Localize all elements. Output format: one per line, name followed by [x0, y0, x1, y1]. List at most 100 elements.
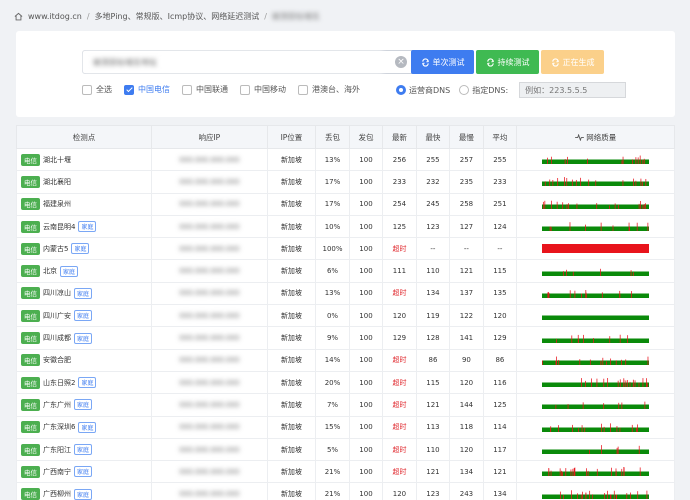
cell-sent: 100 [348, 482, 384, 500]
close-circle-icon[interactable]: × [395, 56, 407, 68]
cell-fast: 128 [415, 326, 451, 350]
loss-spike [569, 222, 571, 232]
table-row[interactable]: 电信 广东阳江 家庭 000.000.000.000 新加坡 5% 100 超时 110 120 1… [16, 437, 675, 462]
cell-geo: 新加坡 [266, 348, 317, 372]
table-row[interactable]: 电信 广东广州 家庭 000.000.000.000 新加坡 7% 100 超时 121 144 1… [16, 393, 675, 417]
cell-quality [516, 259, 675, 283]
cell-slow: 122 [449, 304, 484, 328]
cell-slow: 118 [449, 415, 484, 439]
cell-sent: 100 [348, 170, 384, 194]
table-row[interactable]: 电信 广西柳州 家庭 000.000.000.000 新加坡 21% 100 120 123 24… [16, 482, 675, 500]
table-row[interactable]: 电信 安徽合肥 000.000.000.000 新加坡 14% 100 超时 86 90 86 [16, 348, 675, 372]
checkbox[interactable] [298, 84, 308, 95]
filter-telecom[interactable]: 中国电信 [124, 84, 170, 95]
cell-loss: 10% [315, 214, 350, 239]
cell-quality [516, 348, 675, 372]
filter-overseas[interactable]: 港澳台、海外 [298, 84, 360, 95]
radio[interactable] [459, 85, 470, 95]
loss-spike [610, 494, 612, 499]
col-fast[interactable]: 最快 [415, 125, 451, 149]
loss-spike [609, 335, 611, 343]
cell-geo: 新加坡 [266, 147, 317, 172]
pulse-icon [575, 133, 584, 142]
col-slow[interactable]: 最慢 [449, 125, 484, 149]
quality-bar [542, 244, 650, 254]
loss-spike [607, 490, 608, 499]
quality-base [542, 494, 650, 499]
checkbox[interactable] [240, 84, 250, 95]
target-input[interactable] [83, 51, 383, 73]
cell-fast: 121 [415, 460, 451, 484]
loss-spike [625, 359, 627, 365]
col-location[interactable]: 检测点 [16, 125, 153, 149]
loss-spike [617, 380, 619, 388]
filter-unicom[interactable]: 中国联通 [182, 84, 228, 95]
isp-badge: 电信 [21, 443, 40, 456]
cell-geo: 新加坡 [266, 437, 317, 462]
cell-ip: 000.000.000.000 [151, 170, 268, 194]
quality-bar [542, 378, 650, 388]
table-row[interactable]: 电信 广东深圳6 家庭 000.000.000.000 新加坡 15% 100 超时 113 11… [16, 415, 675, 439]
checkbox[interactable] [82, 84, 92, 95]
filter-label: 港澳台、海外 [312, 85, 360, 94]
filter-all[interactable]: 全选 [82, 84, 112, 95]
carrier-filters: 全选 中国电信 中国联通 中国移动 港澳台、海外 [82, 84, 372, 95]
table-row[interactable]: 电信 四川凉山 家庭 000.000.000.000 新加坡 13% 100 超时 134 137… [16, 281, 675, 306]
table-row[interactable]: 电信 四川成都 家庭 000.000.000.000 新加坡 9% 100 129 128 141… [16, 326, 675, 350]
dns-custom-option[interactable]: 指定DNS: [459, 85, 508, 96]
single-test-button[interactable]: 单次测试 [411, 50, 474, 74]
loss-spike [642, 159, 644, 165]
loss-spike [637, 490, 639, 499]
checkbox[interactable] [182, 84, 192, 95]
table-row[interactable]: 电信 北京 家庭 000.000.000.000 新加坡 6% 100 111 110 121 11… [16, 259, 675, 283]
loss-spike [563, 494, 564, 499]
loss-spike [633, 271, 634, 276]
loss-spike [547, 157, 548, 165]
col-ip[interactable]: 响应IP [151, 125, 268, 149]
quality-base [542, 404, 650, 410]
generating-button[interactable]: 正在生成 [541, 50, 604, 74]
cell-slow: 121 [449, 259, 484, 283]
table-row[interactable]: 电信 广西南宁 家庭 000.000.000.000 新加坡 21% 100 超时 121 134… [16, 460, 675, 484]
loss-spike [638, 445, 640, 454]
cell-fast: 123 [415, 482, 451, 500]
radio[interactable] [396, 85, 406, 95]
loss-spike [617, 446, 619, 454]
dns-isp-option[interactable]: 运营商DNS [396, 85, 450, 96]
cell-loss: 13% [315, 281, 350, 306]
quality-bar [542, 489, 650, 499]
col-quality[interactable]: 网络质量 [516, 125, 675, 149]
col-sent[interactable]: 发包 [348, 125, 384, 149]
col-avg[interactable]: 平均 [482, 125, 518, 149]
quality-bar [542, 155, 650, 165]
cell-loss: 17% [315, 170, 350, 194]
loss-spike [543, 201, 544, 209]
col-latest[interactable]: 最新 [382, 125, 417, 149]
filter-mobile[interactable]: 中国移动 [240, 84, 286, 95]
ip-text: 000.000.000.000 [179, 378, 240, 387]
col-geo[interactable]: IP位置 [266, 125, 317, 149]
dns-input[interactable] [519, 82, 627, 98]
table-row[interactable]: 电信 湖北十堰 000.000.000.000 新加坡 13% 100 256 255 257 2… [16, 147, 675, 172]
loss-spike [621, 402, 623, 410]
col-loss[interactable]: 丢包 [315, 125, 350, 149]
city-name: 广西柳州 [43, 490, 71, 499]
home-icon[interactable] [14, 12, 23, 21]
table-row[interactable]: 电信 山东日照2 家庭 000.000.000.000 新加坡 20% 100 超时 115 12… [16, 370, 675, 395]
table-row[interactable]: 电信 福建泉州 000.000.000.000 新加坡 17% 100 254 245 258 2… [16, 192, 675, 216]
table-row[interactable]: 电信 四川广安 家庭 000.000.000.000 新加坡 0% 100 120 119 122… [16, 304, 675, 328]
breadcrumb-page[interactable]: 多地Ping、常规版、Icmp协议、网络延迟测试 [95, 11, 260, 22]
loss-spike [627, 380, 628, 388]
table-row[interactable]: 电信 湖北襄阳 000.000.000.000 新加坡 17% 100 233 232 235 2… [16, 170, 675, 194]
table-row[interactable]: 电信 云南昆明4 家庭 000.000.000.000 新加坡 10% 100 125 123 1… [16, 214, 675, 239]
table-row[interactable]: 电信 内蒙古5 家庭 000.000.000.000 新加坡 100% 100 超时 -- -- -… [16, 237, 675, 261]
cell-avg: 114 [482, 415, 518, 439]
cell-ip: 000.000.000.000 [151, 281, 268, 306]
breadcrumb-site[interactable]: www.itdog.cn [28, 12, 82, 21]
cell-ip: 000.000.000.000 [151, 192, 268, 216]
continuous-test-button[interactable]: 持续测试 [476, 50, 539, 74]
checkbox[interactable] [124, 84, 134, 95]
loss-spike [566, 178, 568, 187]
search-box[interactable]: × [82, 50, 416, 74]
cell-latest: 125 [382, 214, 417, 239]
